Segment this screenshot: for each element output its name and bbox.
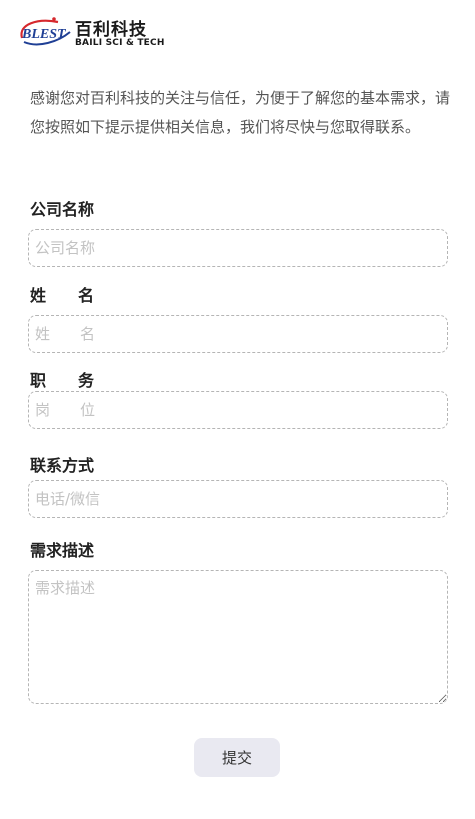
demand-textarea[interactable] (28, 570, 448, 704)
submit-button[interactable]: 提交 (194, 738, 280, 777)
position-label: 职 务 (30, 371, 95, 390)
logo-mark-text: BLEST (21, 27, 67, 42)
blest-logo-icon: BLEST (20, 17, 71, 46)
company-input[interactable] (28, 229, 448, 267)
company-label: 公司名称 (30, 200, 95, 219)
intro-text: 感谢您对百利科技的关注与信任，为便于了解您的基本需求，请您按照如下提示提供相关信… (30, 89, 451, 136)
demand-label: 需求描述 (30, 541, 95, 560)
name-label: 姓 名 (30, 286, 95, 305)
name-input[interactable] (28, 315, 448, 353)
position-input[interactable] (28, 391, 448, 429)
brand-name-cn: 百利科技 (75, 20, 147, 40)
header: BLEST 百利科技 BAILI SCI & TECH (18, 12, 218, 52)
brand-name-en: BAILI SCI & TECH (75, 38, 165, 48)
contact-input[interactable] (28, 480, 448, 518)
contact-label: 联系方式 (30, 456, 95, 475)
